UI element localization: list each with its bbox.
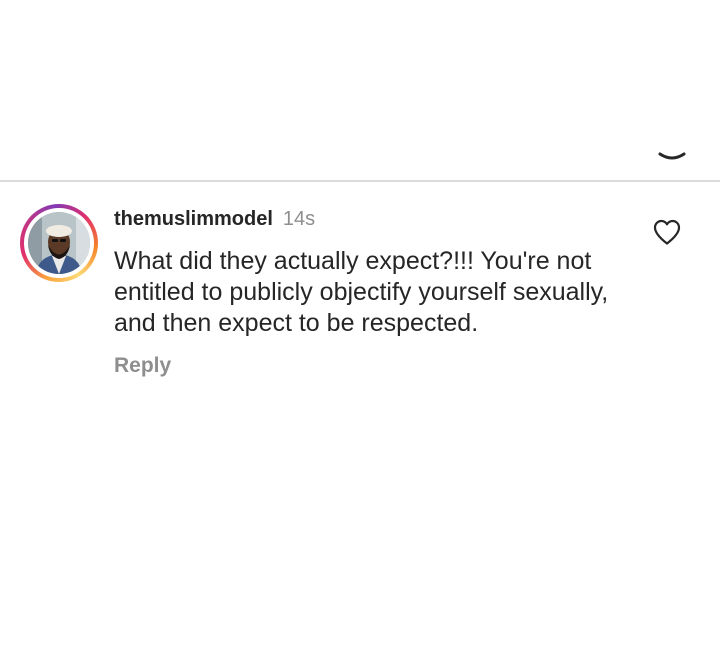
comment-item: themuslimmodel 14s What did they actually… xyxy=(0,182,720,402)
sheet-handle-icon xyxy=(658,152,686,162)
comment-timestamp: 14s xyxy=(282,208,316,230)
reply-button[interactable]: Reply xyxy=(114,353,171,379)
username-link[interactable]: themuslimmodel xyxy=(114,208,273,230)
like-button[interactable] xyxy=(652,218,682,246)
avatar-story-ring[interactable] xyxy=(20,204,98,282)
avatar xyxy=(28,212,90,274)
comment-text: What did they actually expect?!!! You're… xyxy=(114,247,609,337)
heart-outline-icon xyxy=(652,218,682,246)
comment-header: themuslimmodel 14s xyxy=(114,206,315,232)
avatar-frame xyxy=(24,208,94,278)
